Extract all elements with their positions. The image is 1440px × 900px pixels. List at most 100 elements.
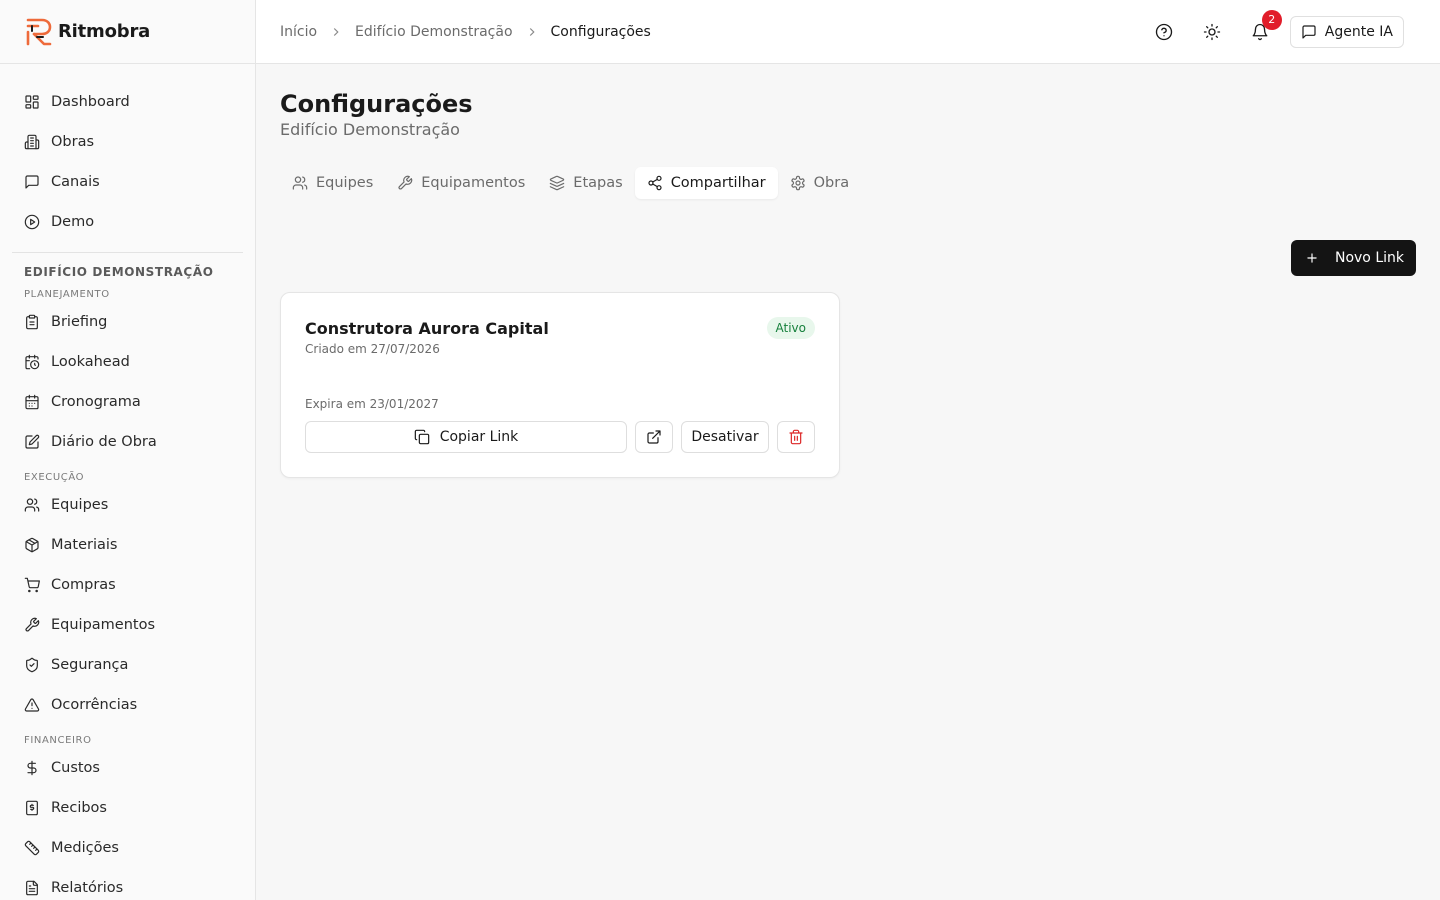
share-link-name: Construtora Aurora Capital (305, 319, 549, 338)
sidebar-item-ocorrencias[interactable]: Ocorrências (12, 685, 243, 725)
agent-ia-button[interactable]: Agente IA (1289, 15, 1404, 48)
message-icon (24, 174, 40, 190)
sidebar-nav: Dashboard Obras Canais Demo Edifício Dem… (0, 64, 255, 900)
sidebar: Ritmobra Dashboard Obras Canais Demo Edi… (0, 0, 256, 900)
sidebar-item-label: Segurança (51, 657, 129, 673)
sidebar-item-lookahead[interactable]: Lookahead (12, 342, 243, 382)
sun-icon (1203, 23, 1221, 41)
sidebar-item-label: Cronograma (51, 394, 141, 410)
breadcrumb-current: Configurações (550, 23, 651, 40)
sidebar-item-canais[interactable]: Canais (12, 162, 243, 202)
sidebar-item-label: Materiais (51, 537, 118, 553)
breadcrumb: Início Edifício Demonstração Configuraçõ… (280, 24, 651, 40)
sidebar-item-custos[interactable]: Custos (12, 748, 243, 788)
project-title: Edifício Demonstração (24, 265, 214, 279)
sidebar-item-demo[interactable]: Demo (12, 202, 243, 242)
new-link-label: Novo Link (1334, 250, 1404, 266)
group-label-financeiro: Financeiro (24, 735, 92, 746)
chevron-right-icon (329, 25, 343, 39)
shield-icon (24, 657, 40, 673)
sidebar-item-label: Compras (51, 577, 116, 593)
ruler-icon (24, 840, 40, 856)
chevron-right-icon (525, 25, 539, 39)
notifications-button[interactable]: 2 (1244, 9, 1282, 48)
tab-equipamentos[interactable]: Equipamentos (385, 167, 537, 199)
tab-etapas[interactable]: Etapas (537, 167, 634, 199)
sidebar-item-cronograma[interactable]: Cronograma (12, 382, 243, 422)
logo-bar: Ritmobra (0, 0, 255, 64)
settings-tabs: Equipes Equipamentos Etapas Compartilhar… (280, 167, 1440, 199)
theme-toggle-button[interactable] (1196, 16, 1228, 48)
sidebar-item-label: Diário de Obra (51, 434, 157, 450)
sidebar-item-label: Equipamentos (51, 617, 156, 633)
page-subtitle: Edifício Demonstração (280, 120, 460, 139)
share-link-expires: Expira em 23/01/2027 (305, 397, 439, 411)
sidebar-item-dashboard[interactable]: Dashboard (12, 82, 243, 122)
sidebar-item-label: Equipes (51, 497, 109, 513)
tab-label: Compartilhar (670, 175, 766, 191)
sidebar-divider (12, 252, 243, 253)
sidebar-item-label: Obras (51, 134, 95, 150)
play-icon (24, 214, 40, 230)
trash-icon (788, 429, 804, 445)
tab-label: Etapas (573, 175, 623, 191)
package-icon (24, 537, 40, 553)
sidebar-item-briefing[interactable]: Briefing (12, 302, 243, 342)
sidebar-item-relatorios[interactable]: Relatórios (12, 868, 243, 900)
copy-link-button[interactable]: Copiar Link (305, 421, 627, 453)
breadcrumb-inicio[interactable]: Início (280, 24, 317, 40)
sidebar-item-label: Recibos (51, 800, 107, 816)
tab-label: Equipes (316, 175, 374, 191)
share-link-card: Construtora Aurora Capital Criado em 27/… (280, 292, 840, 478)
clipboard-icon (24, 314, 40, 330)
dollar-icon (24, 760, 40, 776)
sidebar-item-compras[interactable]: Compras (12, 565, 243, 605)
sidebar-item-diario-de-obra[interactable]: Diário de Obra (12, 422, 243, 462)
deactivate-button[interactable]: Desativar (681, 421, 769, 453)
calendar-icon (24, 394, 40, 410)
main-content: Configurações Edifício Demonstração Equi… (256, 64, 1440, 900)
delete-button[interactable] (777, 421, 815, 453)
sidebar-item-equipamentos[interactable]: Equipamentos (12, 605, 243, 645)
message-icon (1301, 24, 1325, 40)
status-badge: Ativo (766, 317, 815, 339)
tab-label: Obra (813, 175, 850, 191)
breadcrumb-project[interactable]: Edifício Demonstração (355, 24, 512, 40)
edit-icon (24, 434, 40, 450)
sidebar-item-equipes[interactable]: Equipes (12, 485, 243, 525)
sidebar-item-label: Lookahead (51, 354, 130, 370)
receipt-icon (24, 800, 40, 816)
tab-label: Equipamentos (421, 175, 526, 191)
tab-obra[interactable]: Obra (778, 167, 861, 199)
cart-icon (24, 577, 40, 593)
sidebar-item-label: Dashboard (51, 94, 130, 110)
sidebar-item-obras[interactable]: Obras (12, 122, 243, 162)
help-button[interactable] (1148, 16, 1180, 48)
users-icon (292, 175, 316, 191)
sidebar-item-seguranca[interactable]: Segurança (12, 645, 243, 685)
sidebar-item-medicoes[interactable]: Medições (12, 828, 243, 868)
header-actions: 2 Agente IA (1148, 9, 1404, 48)
plus-icon (1305, 251, 1335, 265)
help-icon (1155, 23, 1173, 41)
sidebar-item-label: Canais (51, 174, 100, 190)
copy-link-label: Copiar Link (439, 429, 519, 445)
share-link-actions: Copiar Link Desativar (305, 421, 815, 453)
open-link-button[interactable] (635, 421, 673, 453)
building-icon (24, 134, 40, 150)
new-link-button[interactable]: Novo Link (1290, 240, 1416, 276)
file-icon (24, 880, 40, 896)
sidebar-item-recibos[interactable]: Recibos (12, 788, 243, 828)
group-label-execucao: Execução (24, 472, 85, 483)
sidebar-item-materiais[interactable]: Materiais (12, 525, 243, 565)
group-label-planejamento: Planejamento (24, 289, 110, 300)
sidebar-item-label: Ocorrências (51, 697, 138, 713)
copy-icon (414, 429, 440, 445)
tab-compartilhar[interactable]: Compartilhar (634, 167, 778, 199)
notification-badge: 2 (1261, 9, 1282, 30)
tab-equipes[interactable]: Equipes (280, 167, 385, 199)
external-link-icon (646, 429, 662, 445)
layers-icon (549, 175, 573, 191)
share-icon (647, 175, 671, 191)
sidebar-item-label: Briefing (51, 314, 108, 330)
